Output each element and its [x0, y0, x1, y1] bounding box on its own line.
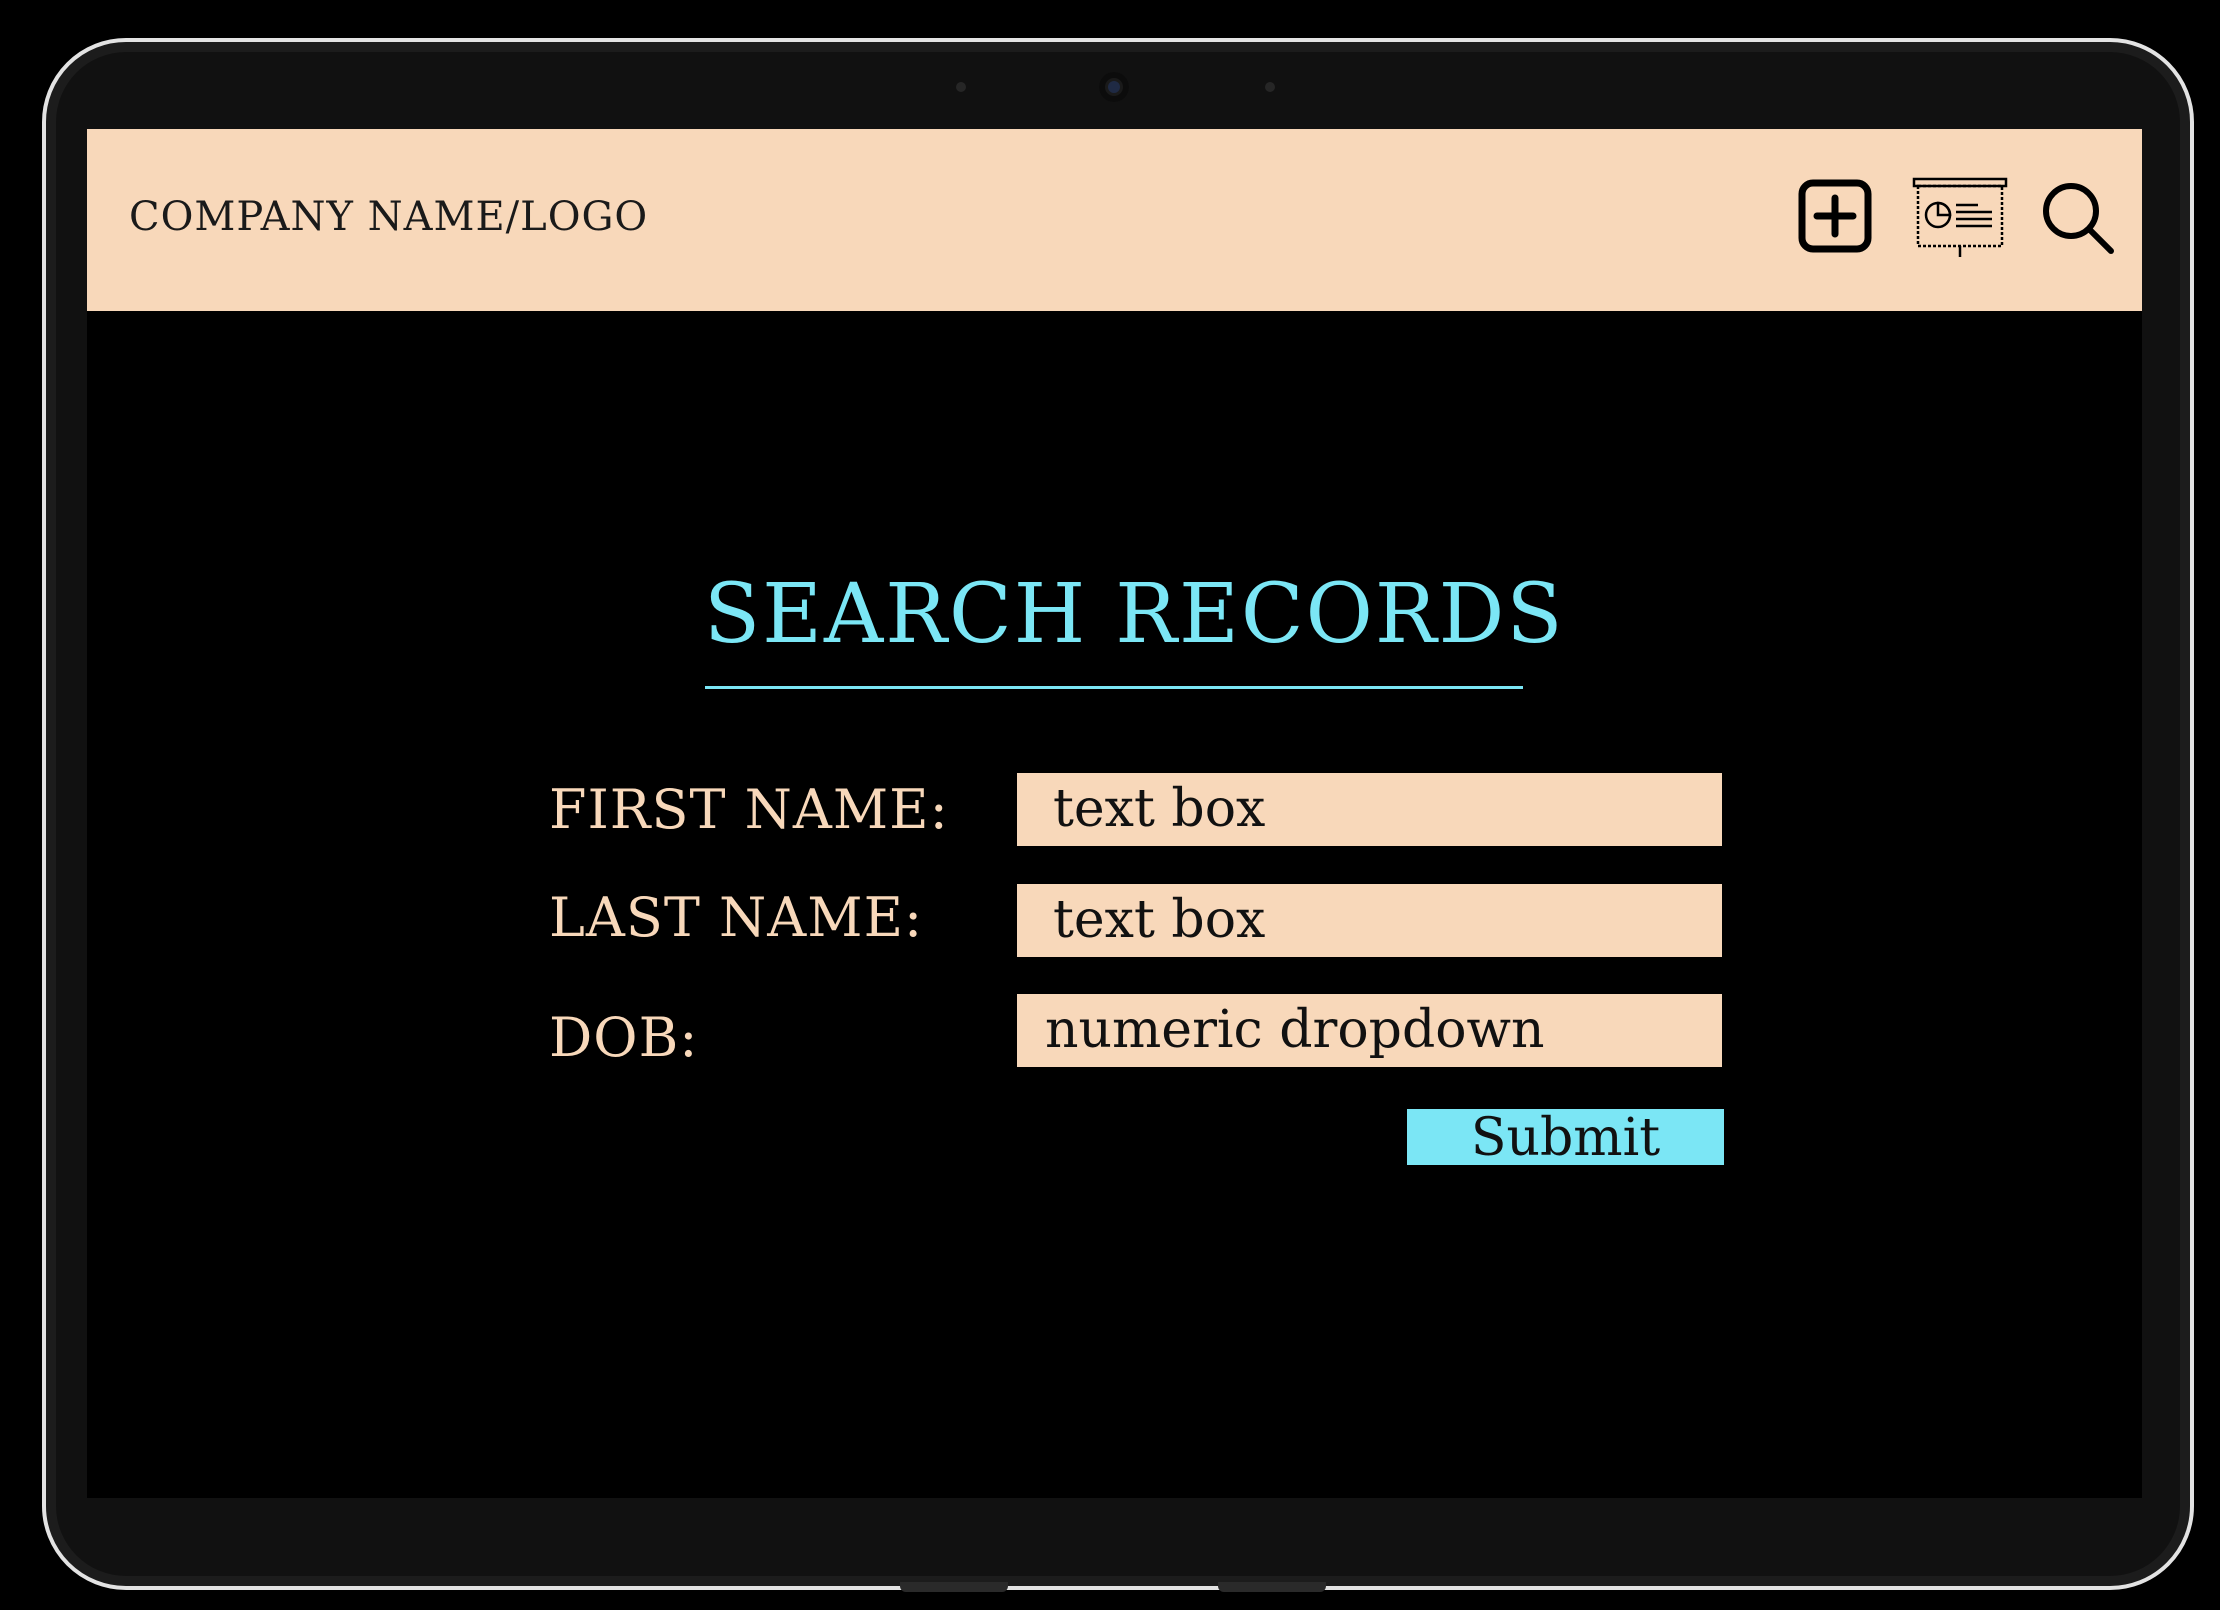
first-name-label: FIRST NAME:: [549, 778, 949, 841]
last-name-input[interactable]: text box: [1017, 884, 1722, 957]
app-header: COMPANY NAME/LOGO: [87, 129, 2142, 311]
tablet-camera: [1099, 72, 1129, 102]
company-logo[interactable]: COMPANY NAME/LOGO: [129, 194, 648, 240]
tablet-sensor: [956, 82, 966, 92]
submit-button[interactable]: Submit: [1407, 1109, 1724, 1165]
presentation-chart-icon[interactable]: [1912, 177, 2008, 261]
dob-label: DOB:: [549, 1006, 699, 1069]
tablet-sensor: [1265, 82, 1275, 92]
plus-square-icon[interactable]: [1798, 179, 1872, 253]
tablet-connector-right: [1218, 1582, 1326, 1592]
first-name-input[interactable]: text box: [1017, 773, 1722, 846]
last-name-label: LAST NAME:: [549, 886, 924, 949]
search-icon[interactable]: [2039, 179, 2115, 255]
tablet-connector-left: [900, 1582, 1008, 1592]
page-title: SEARCH RECORDS: [704, 567, 1565, 662]
dob-dropdown[interactable]: numeric dropdown: [1017, 994, 1722, 1067]
title-underline: [705, 686, 1523, 689]
app-screen: COMPANY NAME/LOGO SEARCH RECORDS FIRST N…: [87, 129, 2142, 1498]
